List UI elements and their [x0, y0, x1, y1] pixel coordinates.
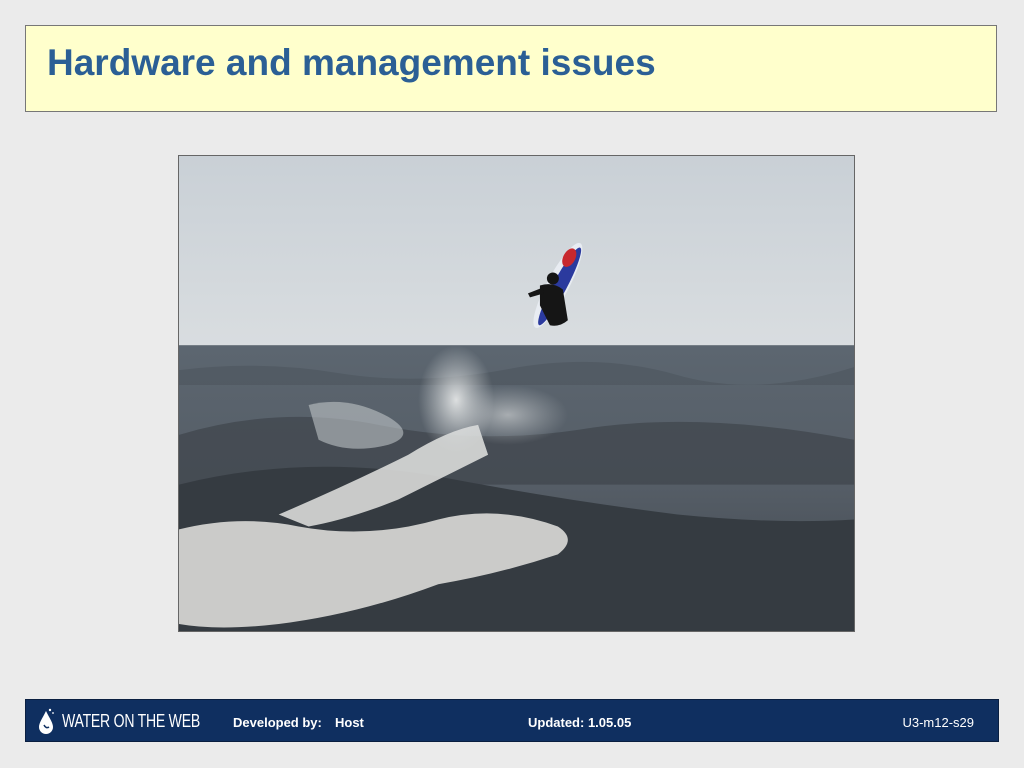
- updated-date: Updated: 1.05.05: [528, 715, 632, 730]
- slide-title: Hardware and management issues: [47, 42, 656, 83]
- water-drop-icon: [39, 708, 54, 734]
- photo-image: [179, 156, 854, 631]
- water-on-the-web-logo: WATER ON THE WEB: [36, 707, 239, 735]
- slide-id: U3-m12-s29: [902, 715, 974, 730]
- developed-by-label: Developed by:: [233, 715, 322, 730]
- title-box: Hardware and management issues: [25, 25, 997, 112]
- jet-ski-photo: [178, 155, 855, 632]
- developer-name: Host: [335, 715, 364, 730]
- logo-text: WATER ON THE WEB: [62, 710, 200, 731]
- footer-bar: WATER ON THE WEB Developed by: Host Upda…: [25, 699, 999, 742]
